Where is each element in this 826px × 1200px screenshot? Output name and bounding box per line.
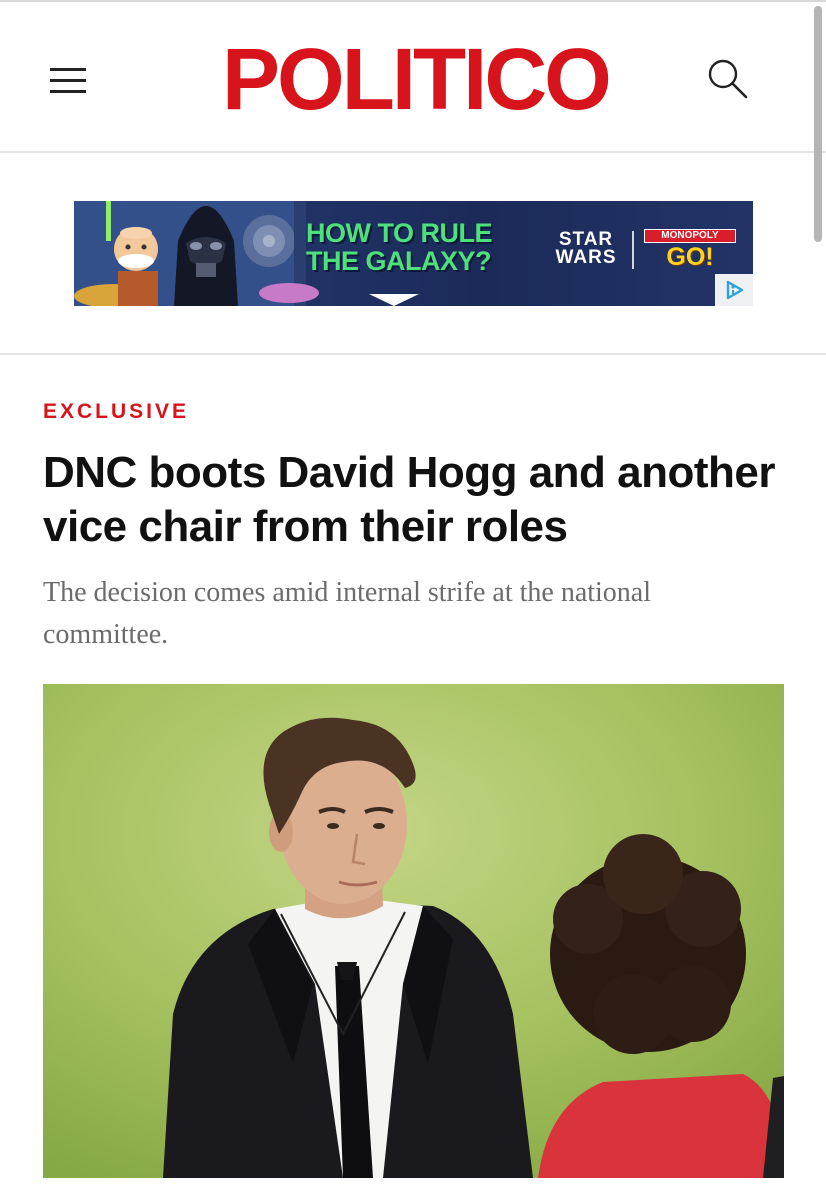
photo-illustration xyxy=(43,684,784,1178)
site-logo[interactable]: POLITICO xyxy=(222,30,612,130)
article-kicker[interactable]: EXCLUSIVE xyxy=(43,400,189,424)
ad-divider xyxy=(632,231,634,269)
article-dek: The decision comes amid internal strife … xyxy=(43,577,652,650)
adchoices-icon[interactable] xyxy=(715,274,753,306)
site-header: POLITICO xyxy=(0,0,826,153)
ad-brand-starwars: STAR WARS xyxy=(555,229,617,268)
ad-brand-monopoly: MONOPOLY xyxy=(644,229,736,243)
article-lead-image[interactable] xyxy=(43,684,784,1178)
article-headline[interactable]: DNC boots David Hogg and another vice ch… xyxy=(43,446,803,554)
banner-ad[interactable]: HOW TO RULE THE GALAXY? STAR WARS MONOPO… xyxy=(74,201,753,306)
ad-container: HOW TO RULE THE GALAXY? STAR WARS MONOPO… xyxy=(0,153,826,355)
search-icon[interactable] xyxy=(704,56,750,102)
ad-brand-go: GO! xyxy=(666,243,714,271)
ad-headline: HOW TO RULE THE GALAXY? xyxy=(306,218,493,276)
hamburger-menu-icon[interactable] xyxy=(50,66,88,96)
